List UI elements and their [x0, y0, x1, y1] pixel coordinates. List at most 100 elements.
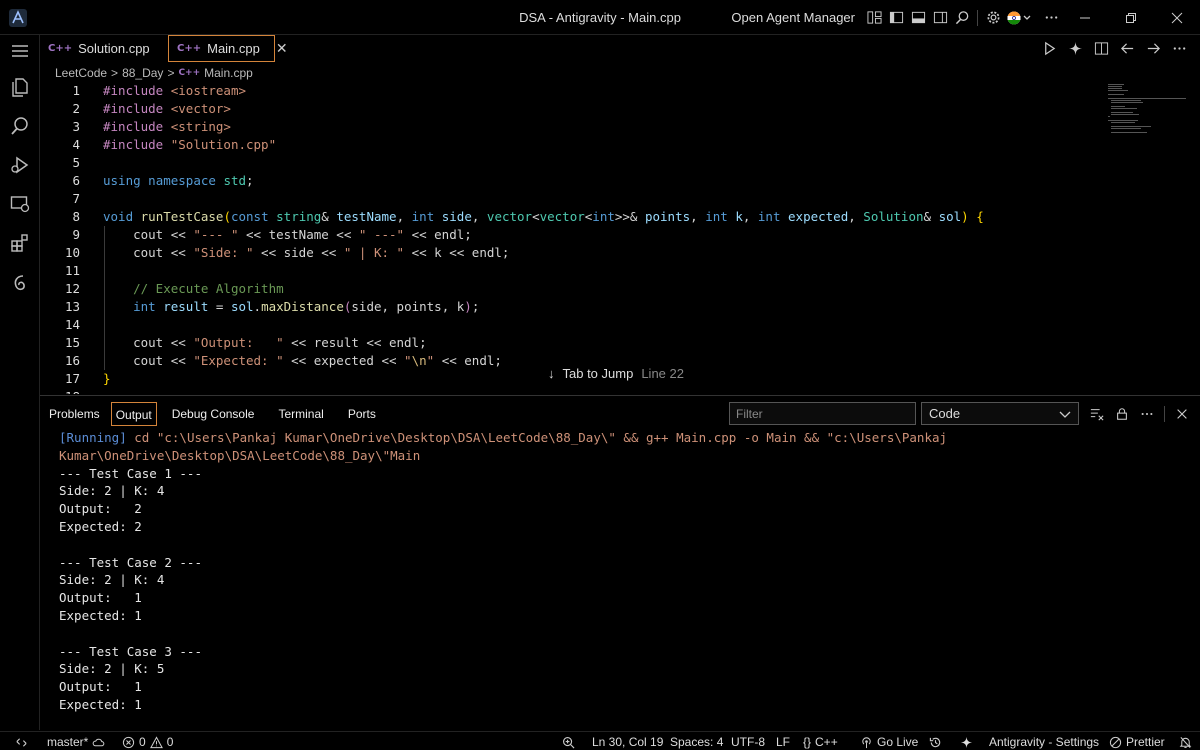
close-panel-icon[interactable]: [1174, 406, 1190, 422]
sparkle-status-icon[interactable]: [960, 734, 973, 750]
notifications-bell-icon[interactable]: [1179, 734, 1192, 750]
cursor-position[interactable]: Ln 30, Col 19: [592, 734, 663, 750]
customize-layout-icon[interactable]: [863, 7, 885, 29]
clear-output-icon[interactable]: [1089, 406, 1105, 422]
code-line: 11: [40, 262, 1140, 280]
line-number: 7: [72, 191, 80, 206]
toggle-sidebar-icon[interactable]: [885, 7, 907, 29]
agent-swirl-icon[interactable]: [9, 272, 31, 294]
code-line: 8 void runTestCase(const string& testName…: [40, 208, 1140, 226]
explorer-icon[interactable]: [9, 76, 31, 98]
remote-explorer-icon[interactable]: [9, 193, 31, 215]
more-panel-actions-icon[interactable]: [1139, 406, 1155, 422]
editor-tab-bar: C++ Solution.cpp C++ Main.cpp ✕: [40, 35, 1200, 62]
code-line: 13 int result = sol.maxDistance(side, po…: [40, 298, 1140, 316]
error-count: 0: [139, 735, 146, 749]
code-line: 7: [40, 190, 1140, 208]
breadcrumb-separator: >: [111, 66, 119, 80]
output-line: Output: 1: [59, 679, 142, 695]
line-number: 16: [64, 353, 80, 368]
output-filter-input[interactable]: Filter: [729, 402, 916, 425]
language-mode[interactable]: {} C++: [803, 734, 838, 750]
code-text: cout << "Expected: " << expected << "\n"…: [103, 353, 502, 368]
line-number: 12: [64, 281, 80, 296]
prettier-label: Prettier: [1126, 735, 1165, 749]
open-agent-manager-button[interactable]: Open Agent Manager: [731, 10, 855, 25]
tab-problems[interactable]: Problems: [40, 402, 109, 426]
prettier-status[interactable]: Prettier: [1109, 734, 1165, 750]
tab-debug-console[interactable]: Debug Console: [163, 402, 264, 426]
line-number: 5: [72, 155, 80, 170]
split-editor-icon[interactable]: [1092, 40, 1110, 58]
code-line: 12 // Execute Algorithm: [40, 280, 1140, 298]
encoding-status[interactable]: UTF-8: [731, 734, 765, 750]
arrow-down-icon: ↓: [548, 365, 555, 381]
lock-scroll-icon[interactable]: [1114, 406, 1130, 422]
line-number: 2: [72, 101, 80, 116]
output-line: [Running] cd "c:\Users\Pankaj Kumar\OneD…: [59, 430, 948, 445]
problems-status[interactable]: 0 0: [122, 734, 173, 750]
code-line: 18: [40, 388, 1140, 394]
go-live-label: Go Live: [877, 735, 919, 749]
language-label: C++: [815, 735, 838, 749]
tab-ports[interactable]: Ports: [339, 402, 385, 426]
more-actions-icon[interactable]: [1040, 7, 1062, 29]
account-flag-icon[interactable]: [1004, 7, 1034, 29]
minimap[interactable]: [1108, 82, 1188, 142]
bottom-panel: Problems Output Debug Console Terminal P…: [40, 395, 1200, 730]
warning-icon: [149, 735, 163, 748]
code-line: 15 cout << "Output: " << result << endl;: [40, 334, 1140, 352]
line-number: 10: [64, 245, 80, 260]
breadcrumb-file-main-cpp[interactable]: Main.cpp: [204, 66, 253, 80]
line-number: 8: [72, 209, 80, 224]
breadcrumb: LeetCode > 88_Day > C++ Main.cpp: [55, 64, 253, 82]
go-back-icon[interactable]: [1118, 40, 1136, 58]
close-window-button[interactable]: [1154, 0, 1200, 35]
code-line: 5: [40, 154, 1140, 172]
more-editor-actions-icon[interactable]: [1170, 40, 1188, 58]
restore-button[interactable]: [1108, 0, 1154, 35]
cpp-file-icon: C++: [178, 68, 201, 78]
code-editor[interactable]: 1 #include <iostream> 2 #include <vector> …: [40, 82, 1200, 394]
output-channel-select[interactable]: Code: [921, 402, 1079, 425]
code-text: int result = sol.maxDistance(side, point…: [133, 299, 480, 314]
breadcrumb-folder-88-day[interactable]: 88_Day: [122, 66, 163, 80]
run-icon[interactable]: [1040, 40, 1058, 58]
remote-indicator-icon[interactable]: [15, 734, 28, 750]
extensions-icon[interactable]: [9, 232, 31, 254]
eol-status[interactable]: LF: [776, 734, 790, 750]
toggle-secondary-sidebar-icon[interactable]: [929, 7, 951, 29]
settings-gear-icon[interactable]: [982, 7, 1004, 29]
run-and-debug-icon[interactable]: [9, 154, 31, 176]
tab-label: Solution.cpp: [78, 41, 150, 56]
prettier-icon: [1109, 736, 1122, 748]
go-live-button[interactable]: Go Live: [860, 734, 918, 750]
branch-status[interactable]: master*: [47, 734, 105, 750]
antigravity-settings[interactable]: Antigravity - Settings: [989, 734, 1099, 750]
braces-icon: {}: [803, 735, 812, 749]
tab-solution-cpp[interactable]: C++ Solution.cpp: [40, 35, 164, 62]
output-line: --- Test Case 3 ---: [59, 643, 202, 659]
chevron-down-icon: [1059, 411, 1071, 418]
tab-to-jump-hint[interactable]: ↓ Tab to Jump Line 22: [548, 363, 684, 383]
minimize-button[interactable]: [1062, 0, 1108, 35]
menu-icon[interactable]: [9, 40, 31, 62]
search-view-icon[interactable]: [9, 115, 31, 137]
close-tab-icon[interactable]: ✕: [276, 40, 288, 57]
toggle-panel-icon[interactable]: [907, 7, 929, 29]
sparkle-icon[interactable]: [1066, 40, 1084, 58]
tab-main-cpp[interactable]: C++ Main.cpp ✕: [168, 35, 288, 62]
go-forward-icon[interactable]: [1144, 40, 1162, 58]
zoom-icon[interactable]: [562, 734, 575, 750]
output-line: Output: 2: [59, 501, 142, 517]
output-log[interactable]: [Running] cd "c:\Users\Pankaj Kumar\OneD…: [59, 429, 1179, 714]
history-icon[interactable]: [929, 734, 942, 750]
indentation-status[interactable]: Spaces: 4: [670, 734, 723, 750]
tab-output[interactable]: Output: [110, 402, 157, 426]
running-tag: [Running]: [59, 430, 127, 445]
tab-terminal[interactable]: Terminal: [269, 402, 332, 426]
search-icon[interactable]: [951, 7, 973, 29]
code-line: 10 cout << "Side: " << side << " | K: " …: [40, 244, 1140, 262]
breadcrumb-folder-leetcode[interactable]: LeetCode: [55, 66, 107, 80]
